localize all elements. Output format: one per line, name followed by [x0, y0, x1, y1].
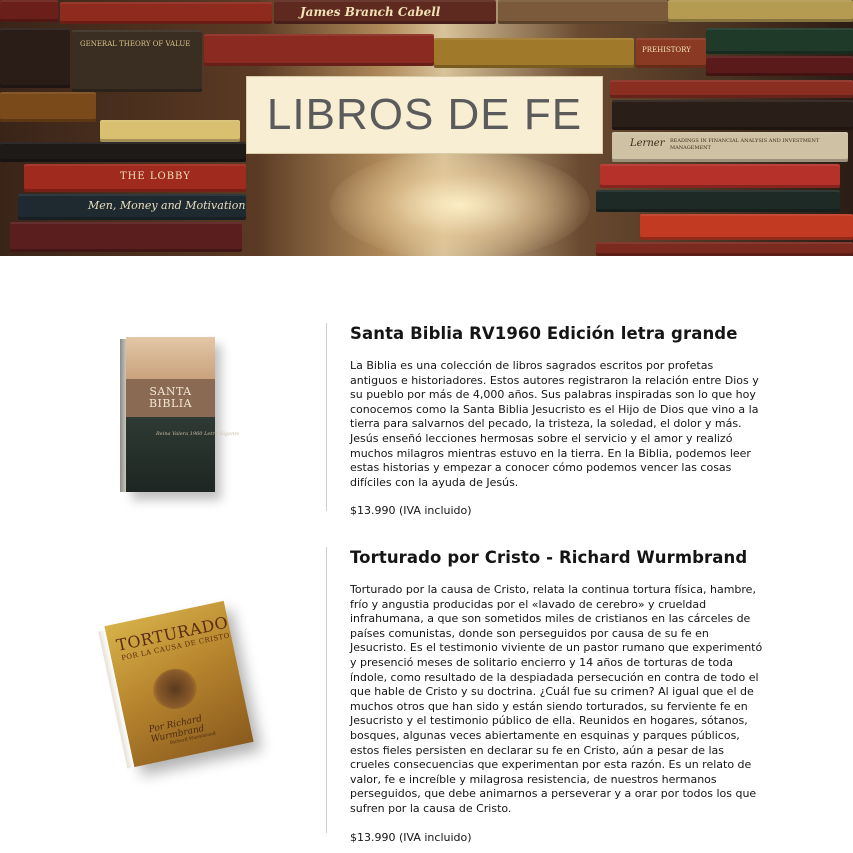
book-spine	[204, 34, 434, 66]
book-spine	[596, 242, 853, 256]
product-divider	[326, 547, 327, 833]
spine-label-lobby: THE LOBBY	[120, 171, 191, 182]
product-image-bible[interactable]: SANTA BIBLIA Reina Valera 1960 Letra Gig…	[120, 337, 239, 492]
cover-illustration	[149, 664, 201, 714]
cover-bottom: Reina Valera 1960 Letra Gigante	[126, 417, 239, 492]
book-spine	[100, 120, 240, 142]
cover: TORTURADO POR LA CAUSA DE CRISTO Por Ric…	[98, 600, 254, 769]
spine-label-motivation: Men, Money and Motivation	[88, 199, 246, 212]
book-spine	[610, 80, 853, 98]
book-spine	[706, 56, 853, 76]
product-info: Santa Biblia RV1960 Edición letra grande…	[350, 324, 764, 517]
book-spine	[0, 0, 58, 22]
book-spine	[596, 190, 840, 212]
book-spine	[706, 28, 853, 54]
book-spine	[612, 100, 853, 130]
book-spine	[0, 142, 246, 162]
cover-top	[126, 337, 215, 379]
cover-title-line2: BIBLIA	[148, 397, 193, 410]
product-title[interactable]: Santa Biblia RV1960 Edición letra grande	[350, 324, 764, 343]
cover-subtitle: Reina Valera 1960 Letra Gigante	[156, 431, 240, 437]
spine-label-prehistory: PREHISTORY	[642, 46, 691, 54]
book-spine	[60, 2, 272, 24]
book-spine	[668, 0, 853, 22]
page-title: LIBROS DE FE	[266, 90, 583, 139]
product-price: $13.990 (IVA incluido)	[350, 504, 472, 518]
book-spine	[0, 92, 96, 122]
product-divider	[326, 323, 327, 511]
product-title[interactable]: Torturado por Cristo - Richard Wurmbrand	[350, 548, 764, 567]
spine-label-cabell: James Branch Cabell	[300, 5, 441, 19]
product-image-torturado[interactable]: TORTURADO POR LA CAUSA DE CRISTO Por Ric…	[98, 600, 254, 769]
product-info: Torturado por Cristo - Richard Wurmbrand…	[350, 548, 764, 844]
cover-band: SANTA BIBLIA	[126, 379, 215, 417]
hero-title-box: LIBROS DE FE	[246, 76, 603, 154]
product-price: $13.990 (IVA incluido)	[350, 830, 472, 844]
book-spine	[434, 38, 634, 68]
spine-label-lerner: Lerner	[630, 138, 665, 149]
book-spine	[498, 0, 668, 24]
hero-light-glow	[330, 150, 590, 256]
book-spine	[640, 214, 853, 240]
product-description: La Biblia es una colección de libros sag…	[350, 359, 759, 489]
book-spine	[600, 164, 840, 188]
book-spine	[0, 28, 70, 88]
spine-label-theory: GENERAL THEORY OF VALUE	[80, 40, 191, 48]
hero-banner: James Branch Cabell GENERAL THEORY OF VA…	[0, 0, 853, 256]
spine-label-readings: READINGS IN FINANCIAL ANALYSIS AND INVES…	[670, 138, 820, 151]
product-description: Torturado por la causa de Cristo, relata…	[350, 583, 763, 815]
book-spine	[10, 222, 242, 252]
